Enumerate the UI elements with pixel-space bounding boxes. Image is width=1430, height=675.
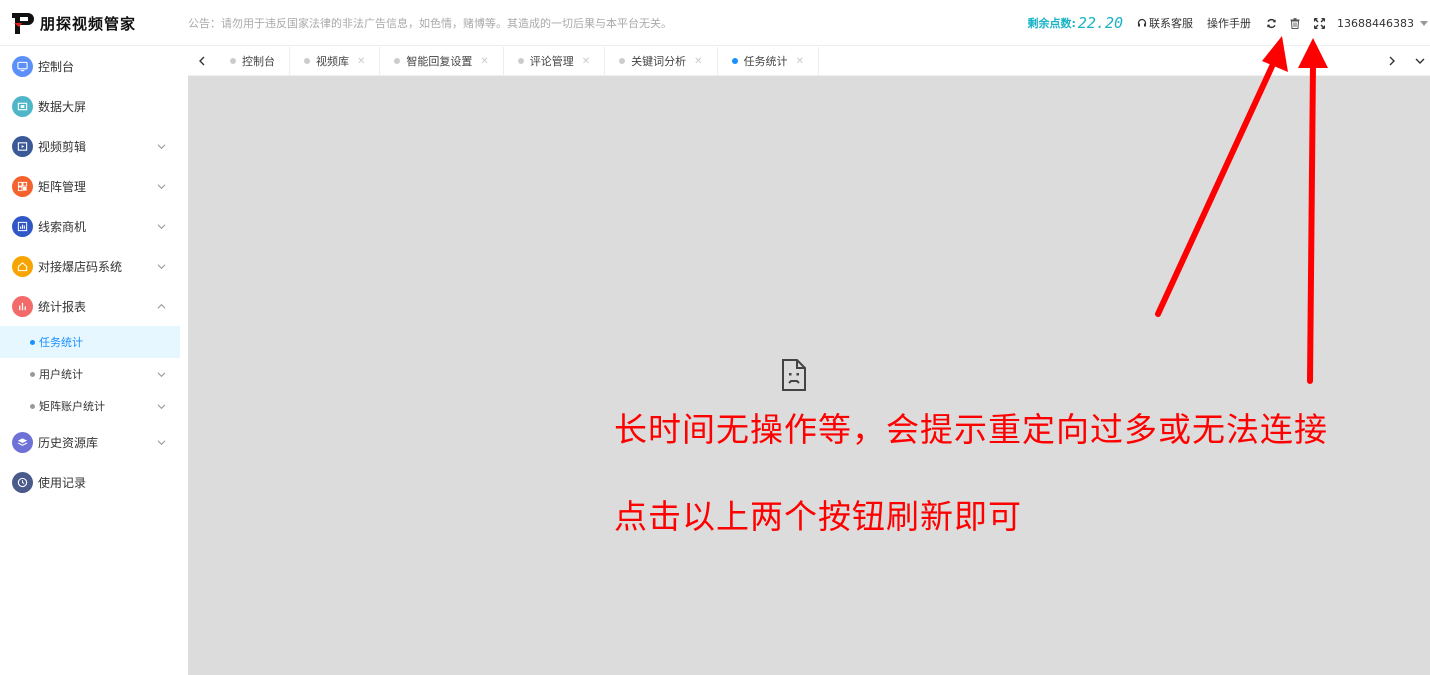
tab-keyword-analysis[interactable]: 关键词分析 ✕ xyxy=(605,47,718,75)
app-logo[interactable]: 朋探视频管家 xyxy=(10,10,136,36)
chevron-down-icon xyxy=(157,440,166,446)
content-frame xyxy=(188,76,1430,675)
contact-service-label: 联系客服 xyxy=(1149,17,1194,30)
clock-icon xyxy=(12,471,33,493)
tab-label: 任务统计 xyxy=(743,55,788,68)
headset-icon xyxy=(1137,18,1147,27)
tab-dot-icon xyxy=(731,58,738,64)
sidebar-item-label: 控制台 xyxy=(38,59,75,74)
close-icon[interactable]: ✕ xyxy=(582,56,590,67)
sidebar-subitem-label: 矩阵账户统计 xyxy=(39,400,105,413)
tab-label: 智能回复设置 xyxy=(406,55,473,68)
chart-icon xyxy=(12,215,33,237)
monitor-icon xyxy=(12,55,33,77)
logo-mark-icon xyxy=(10,10,36,36)
annotation-line-2: 点击以上两个按钮刷新即可 xyxy=(614,497,1022,536)
chevron-down-icon xyxy=(1415,58,1425,64)
close-icon[interactable]: ✕ xyxy=(480,56,488,67)
sidebar-item-label: 矩阵管理 xyxy=(38,179,87,194)
home-icon xyxy=(12,255,33,277)
logo-text: 朋探视频管家 xyxy=(40,14,137,33)
sidebar-item-label: 统计报表 xyxy=(38,299,87,314)
announcement-text: 公告：请勿用于违反国家法律的非法广告信息，如色情，赌博等。其造成的一切后果与本平… xyxy=(188,17,672,30)
bullet-dot-icon xyxy=(30,403,35,409)
sidebar-item-label: 线索商机 xyxy=(38,219,87,234)
top-header: 朋探视频管家 公告：请勿用于违反国家法律的非法广告信息，如色情，赌博等。其造成的… xyxy=(0,0,1430,46)
sidebar-subitem-label: 用户统计 xyxy=(39,368,83,381)
close-icon[interactable]: ✕ xyxy=(357,56,365,67)
contact-service-link[interactable]: 联系客服 xyxy=(1137,15,1193,31)
fullscreen-icon xyxy=(1313,17,1325,29)
close-icon[interactable]: ✕ xyxy=(694,56,702,67)
video-icon xyxy=(12,135,33,157)
tab-dot-icon xyxy=(394,58,401,64)
sidebar-item-dashboard[interactable]: 控制台 xyxy=(0,46,188,86)
chevron-right-icon xyxy=(1389,56,1395,66)
chevron-left-icon xyxy=(199,56,205,66)
user-phone[interactable]: 13688446383 xyxy=(1337,17,1414,30)
points-label: 剩余点数: xyxy=(1027,17,1076,30)
tab-menu-dropdown-button[interactable] xyxy=(1406,47,1430,75)
sidebar-subitem-task-stats[interactable]: 任务统计 xyxy=(0,326,180,358)
screen-icon xyxy=(12,95,33,117)
tab-smart-reply[interactable]: 智能回复设置 ✕ xyxy=(380,47,504,75)
chevron-down-icon xyxy=(157,224,166,230)
tab-comment-management[interactable]: 评论管理 ✕ xyxy=(504,47,606,75)
tab-dot-icon xyxy=(230,58,236,64)
refresh-button[interactable] xyxy=(1265,17,1277,29)
sidebar-item-label: 对接爆店码系统 xyxy=(38,259,123,274)
sidebar-subitem-label: 任务统计 xyxy=(39,336,83,349)
tab-label: 控制台 xyxy=(242,55,275,68)
sidebar-item-store-code[interactable]: 对接爆店码系统 xyxy=(0,246,188,286)
tab-bar: 控制台 视频库 ✕ 智能回复设置 ✕ 评论管理 ✕ 关键词分析 ✕ 任务统计 ✕ xyxy=(188,47,1430,76)
sidebar: 控制台 数据大屏 视频剪辑 矩阵管理 线索商机 对接爆店码系统 统计报表 任务统… xyxy=(0,46,188,675)
tab-dot-icon xyxy=(304,58,310,64)
tab-label: 评论管理 xyxy=(529,55,574,68)
clear-cache-button[interactable] xyxy=(1289,17,1301,29)
sidebar-subitem-user-stats[interactable]: 用户统计 xyxy=(0,358,188,390)
tab-label: 视频库 xyxy=(316,55,349,68)
user-dropdown-caret-icon[interactable] xyxy=(1420,20,1428,26)
sidebar-item-data-screen[interactable]: 数据大屏 xyxy=(0,86,188,126)
tab-task-stats[interactable]: 任务统计 ✕ xyxy=(718,47,819,75)
tab-scroll-left-button[interactable] xyxy=(188,47,216,75)
broken-page-icon xyxy=(782,359,806,391)
sidebar-item-reports[interactable]: 统计报表 xyxy=(0,286,188,326)
tab-video-library[interactable]: 视频库 ✕ xyxy=(290,47,381,75)
sidebar-subitem-matrix-account-stats[interactable]: 矩阵账户统计 xyxy=(0,390,188,422)
sidebar-item-label: 历史资源库 xyxy=(38,435,99,450)
tab-dashboard[interactable]: 控制台 xyxy=(216,47,290,75)
chevron-down-icon xyxy=(157,404,166,410)
sidebar-item-history-library[interactable]: 历史资源库 xyxy=(0,422,188,462)
sidebar-item-label: 数据大屏 xyxy=(38,99,87,114)
points-value: 22.20 xyxy=(1077,14,1124,32)
bullet-dot-icon xyxy=(30,371,35,377)
chevron-down-icon xyxy=(157,264,166,270)
chevron-down-icon xyxy=(157,144,166,150)
close-icon[interactable]: ✕ xyxy=(796,56,804,67)
sidebar-item-leads[interactable]: 线索商机 xyxy=(0,206,188,246)
refresh-icon xyxy=(1266,18,1276,28)
trash-icon xyxy=(1290,17,1300,29)
chevron-up-icon xyxy=(157,303,166,309)
bullet-dot-icon xyxy=(30,339,35,345)
tab-scroll-right-button[interactable] xyxy=(1378,47,1406,75)
manual-label: 操作手册 xyxy=(1207,17,1252,30)
manual-link[interactable]: 操作手册 xyxy=(1207,15,1251,31)
sidebar-item-usage-records[interactable]: 使用记录 xyxy=(0,462,188,502)
chevron-down-icon xyxy=(157,372,166,378)
tab-dot-icon xyxy=(619,58,626,64)
tab-dot-icon xyxy=(517,58,524,64)
matrix-icon xyxy=(12,175,33,197)
sidebar-item-video-edit[interactable]: 视频剪辑 xyxy=(0,126,188,166)
sidebar-item-label: 视频剪辑 xyxy=(38,139,87,154)
fullscreen-button[interactable] xyxy=(1313,17,1325,29)
chevron-down-icon xyxy=(157,184,166,190)
stats-icon xyxy=(12,295,33,317)
sidebar-item-matrix[interactable]: 矩阵管理 xyxy=(0,166,188,206)
layers-icon xyxy=(12,431,33,453)
annotation-line-1: 长时间无操作等，会提示重定向过多或无法连接 xyxy=(614,410,1328,449)
sidebar-item-label: 使用记录 xyxy=(38,475,87,490)
tab-label: 关键词分析 xyxy=(631,55,687,68)
